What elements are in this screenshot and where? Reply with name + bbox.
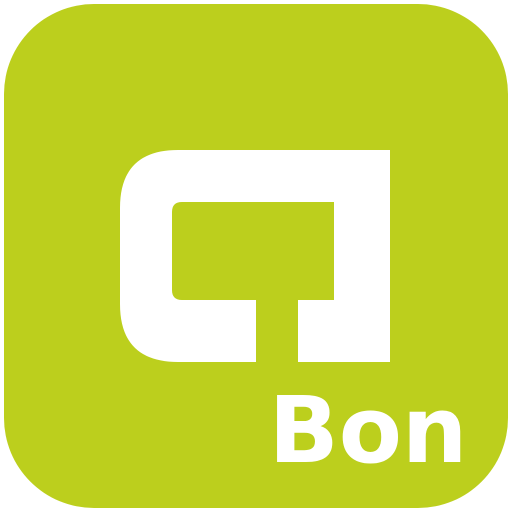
app-icon: Bon (0, 0, 512, 512)
app-icon-graphic: Bon (4, 4, 508, 508)
brand-wordmark: Bon (269, 377, 468, 484)
